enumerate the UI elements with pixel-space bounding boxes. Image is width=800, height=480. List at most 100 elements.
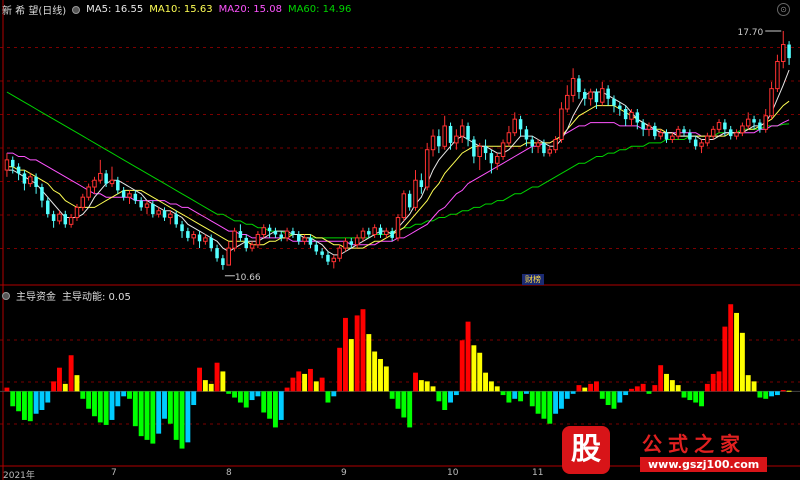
flow-bar (471, 345, 477, 392)
candle-body (221, 258, 225, 266)
candle-body (623, 108, 628, 120)
candle-body (343, 240, 348, 249)
flow-bar (21, 391, 27, 420)
flow-bar (74, 375, 80, 392)
flow-bar (704, 383, 710, 392)
candle-body (302, 237, 307, 242)
candle-body (653, 125, 657, 137)
flow-bar (103, 391, 109, 425)
watermark-title: 公式之家 (642, 432, 746, 456)
flow-bar (16, 391, 22, 412)
candle-body (308, 237, 313, 245)
flow-bar (734, 312, 739, 392)
x-axis-label-2: 8 (226, 468, 232, 478)
flow-bar (558, 391, 564, 409)
candle-body (407, 193, 412, 208)
candle-body (203, 237, 208, 242)
candle-body (670, 135, 675, 141)
candle-body (472, 139, 476, 157)
flow-bar (769, 391, 775, 397)
stock-name[interactable]: 新 希 望(日线) (2, 2, 66, 17)
flow-bar (512, 391, 518, 399)
candle-body (535, 142, 541, 147)
flow-bar (739, 332, 745, 392)
flow-bar (594, 381, 599, 392)
candle-body (629, 111, 634, 120)
candle-body (40, 187, 44, 201)
flow-bar (307, 368, 313, 392)
candle-body (261, 227, 266, 236)
candle-body (489, 153, 494, 164)
candle-body (28, 176, 33, 185)
flow-bar (401, 391, 407, 418)
candle-body (51, 214, 56, 221)
flow-bar (337, 347, 343, 392)
candle-body (326, 254, 330, 262)
flow-bar (640, 383, 646, 392)
candle-body (209, 237, 213, 249)
candle-body (758, 122, 762, 130)
flow-bar (202, 380, 208, 392)
candle-body (716, 122, 722, 130)
flow-bar (535, 391, 541, 414)
event-badge[interactable]: 财榜 (522, 274, 544, 285)
candle-body (612, 98, 616, 106)
indicator-name[interactable]: 主导资金 (16, 288, 56, 303)
flow-bar (436, 391, 442, 402)
flow-bar (232, 391, 238, 398)
flow-bar (523, 391, 529, 394)
candle-body (144, 203, 150, 208)
candle-body (419, 180, 424, 188)
flow-bar (226, 391, 232, 394)
flow-bar (675, 385, 681, 392)
flow-bar (313, 381, 319, 392)
flow-bar (267, 391, 273, 419)
flow-bar (459, 340, 465, 392)
ma20-label: MA20: 15.08 (218, 4, 282, 15)
flow-bar (167, 391, 173, 424)
flow-bar (483, 372, 489, 392)
flow-bar (51, 381, 57, 392)
candle-body (675, 128, 681, 137)
x-axis-label-0: 2021年 (3, 471, 35, 480)
candle-body (63, 214, 68, 225)
flow-bar (605, 391, 611, 406)
flow-bar (570, 391, 576, 394)
settings-dot-icon[interactable] (72, 5, 81, 14)
candle-body (459, 125, 465, 137)
indicator-dot-icon[interactable] (2, 291, 10, 300)
flow-bar (413, 372, 418, 392)
candle-body (693, 139, 698, 147)
candle-body (92, 179, 97, 188)
candle-body (594, 92, 599, 103)
flow-bar (424, 381, 430, 392)
ma10-label: MA10: 15.63 (149, 4, 213, 15)
candle-body (291, 231, 295, 235)
flow-bar (576, 385, 582, 392)
flow-bar (693, 391, 699, 403)
expand-icon[interactable]: ⊙ (777, 3, 790, 16)
flow-bar (500, 391, 506, 396)
candle-body (98, 172, 103, 181)
candle-body (354, 237, 360, 246)
flow-bar (144, 391, 150, 440)
candle-body (255, 234, 261, 246)
candle-body (367, 231, 371, 235)
candle-body (442, 125, 447, 147)
candle-body (80, 196, 86, 208)
candle-body (728, 129, 733, 137)
candle-body (618, 105, 622, 109)
candle-body (466, 125, 470, 140)
flow-bar (465, 321, 471, 392)
candle-body (588, 91, 593, 100)
candle-body (74, 206, 80, 219)
candle-body (688, 132, 692, 140)
candle-body (384, 230, 389, 236)
flow-bar (10, 391, 16, 407)
flow-bar (488, 381, 494, 392)
candle-body (524, 129, 529, 140)
candle-body (646, 125, 652, 130)
candle-body (430, 135, 436, 151)
candle-body (723, 122, 727, 130)
candle-body (162, 210, 167, 218)
